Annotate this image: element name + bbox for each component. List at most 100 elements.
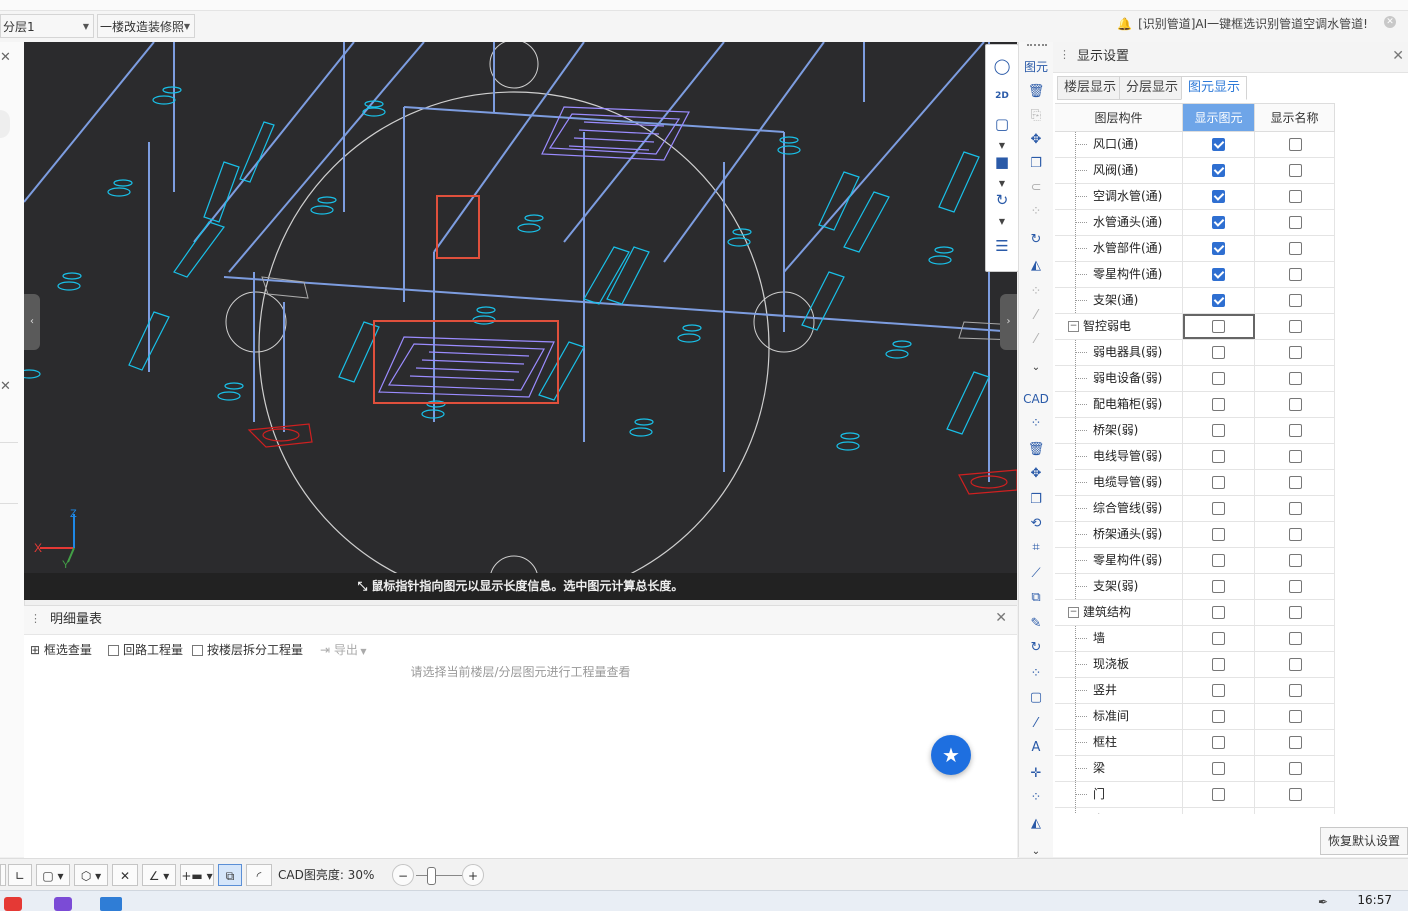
cad-group-icon[interactable]: ⁘	[1026, 664, 1046, 684]
cad-cross-icon[interactable]: ✛	[1026, 764, 1046, 784]
show-element-checkbox[interactable]	[1212, 138, 1225, 151]
show-name-checkbox[interactable]	[1289, 216, 1302, 229]
arc-icon[interactable]: ◜	[246, 864, 272, 886]
show-element-checkbox[interactable]	[1212, 398, 1225, 411]
show-name-checkbox[interactable]	[1289, 476, 1302, 489]
cad-copy-icon[interactable]: ❐	[1026, 490, 1046, 510]
show-element-checkbox[interactable]	[1212, 580, 1225, 593]
chevron-down-icon[interactable]: ▼	[991, 211, 1013, 233]
show-name-checkbox[interactable]	[1289, 580, 1302, 593]
show-name-checkbox[interactable]	[1289, 762, 1302, 775]
cad-text-icon[interactable]: A	[1026, 738, 1046, 758]
cad-extend-icon[interactable]: ⁄	[1026, 714, 1046, 734]
cad-line-icon[interactable]: ⟋	[1026, 564, 1046, 584]
drawing-select[interactable]: 一楼改造装修照 ▼	[97, 14, 195, 38]
show-element-checkbox[interactable]	[1212, 164, 1225, 177]
show-element-checkbox[interactable]	[1212, 346, 1225, 359]
show-element-checkbox[interactable]	[1212, 736, 1225, 749]
show-name-checkbox[interactable]	[1289, 372, 1302, 385]
show-element-checkbox[interactable]	[1212, 658, 1225, 671]
show-name-checkbox[interactable]	[1289, 424, 1302, 437]
group-icon[interactable]: ⁘	[1026, 282, 1046, 302]
cube-solid-icon[interactable]: ■	[991, 151, 1013, 173]
mirror-icon[interactable]: ◭	[1026, 256, 1046, 276]
status-tool-edge[interactable]	[0, 864, 6, 886]
close-icon[interactable]: ✕	[0, 379, 14, 394]
show-element-checkbox[interactable]	[1212, 372, 1225, 385]
delete-icon[interactable]: 🗑	[1026, 82, 1046, 102]
offset-icon[interactable]: ⊂	[1026, 178, 1046, 198]
show-element-checkbox[interactable]	[1212, 242, 1225, 255]
pin-icon[interactable]: ⋮	[1059, 48, 1070, 61]
left-panel-tab[interactable]	[0, 110, 10, 138]
show-element-checkbox[interactable]	[1212, 424, 1225, 437]
show-element-checkbox[interactable]	[1212, 788, 1225, 801]
select-query-button[interactable]: ⊞ 框选查量	[30, 640, 92, 660]
extend-icon[interactable]: ⁄	[1026, 306, 1046, 326]
show-element-checkbox[interactable]	[1212, 190, 1225, 203]
show-name-checkbox[interactable]	[1289, 294, 1302, 307]
close-icon[interactable]: ✕	[1384, 16, 1396, 28]
show-element-checkbox[interactable]	[1212, 710, 1225, 723]
collapse-toggle-icon[interactable]: −	[1068, 321, 1079, 332]
tab-layer-display[interactable]: 分层显示	[1119, 76, 1186, 100]
select-mode-icon[interactable]: ▢ ▾	[36, 864, 70, 886]
rotate-icon[interactable]: ↻	[991, 189, 1013, 211]
show-name-checkbox[interactable]	[1289, 554, 1302, 567]
trim-icon[interactable]: ⁄	[1026, 330, 1046, 350]
show-element-checkbox[interactable]	[1212, 762, 1225, 775]
drag-handle[interactable]	[1027, 44, 1047, 46]
cad-mirror-icon[interactable]: ◭	[1026, 814, 1046, 834]
cube-outline-icon[interactable]: ▢	[991, 113, 1013, 135]
3d-box-icon[interactable]: ⬡ ▾	[74, 864, 108, 886]
brightness-increase-button[interactable]: +	[462, 864, 484, 886]
app-purple-icon[interactable]	[54, 897, 72, 911]
show-element-checkbox[interactable]	[1212, 502, 1225, 515]
angle-icon[interactable]: ∠ ▾	[142, 864, 176, 886]
brightness-decrease-button[interactable]: −	[392, 864, 414, 886]
show-name-checkbox[interactable]	[1289, 190, 1302, 203]
collapse-toggle-icon[interactable]: −	[1068, 607, 1079, 618]
array-icon[interactable]: ⁘	[1026, 202, 1046, 222]
show-element-checkbox[interactable]	[1212, 268, 1225, 281]
cross-snap-icon[interactable]: ✕	[112, 864, 138, 886]
show-element-checkbox[interactable]	[1212, 684, 1225, 697]
show-element-checkbox[interactable]	[1212, 528, 1225, 541]
show-element-checkbox[interactable]	[1212, 632, 1225, 645]
cad-move-icon[interactable]: ✥	[1026, 464, 1046, 484]
close-icon[interactable]: ✕	[1392, 48, 1404, 64]
cad-rotate-icon[interactable]: ⟲	[1026, 514, 1046, 534]
app-blue-icon[interactable]	[100, 897, 122, 911]
brightness-slider-thumb[interactable]	[427, 867, 436, 885]
ortho-icon[interactable]: ∟	[8, 864, 32, 886]
show-name-checkbox[interactable]	[1289, 502, 1302, 515]
show-element-checkbox[interactable]	[1212, 216, 1225, 229]
rotate-icon[interactable]: ↻	[1026, 230, 1046, 250]
close-icon[interactable]: ✕	[0, 50, 14, 65]
show-name-checkbox[interactable]	[1289, 164, 1302, 177]
favorite-star-button[interactable]: ★	[931, 735, 971, 775]
cad-edit-icon[interactable]: ✎	[1026, 614, 1046, 634]
show-name-checkbox[interactable]	[1289, 528, 1302, 541]
cad-crop-icon[interactable]: ⌗	[1026, 538, 1046, 558]
2d-view-icon[interactable]: 2D	[991, 85, 1013, 107]
show-name-checkbox[interactable]	[1289, 398, 1302, 411]
cad-array-icon[interactable]: ⁘	[1026, 414, 1046, 434]
show-element-checkbox[interactable]	[1212, 450, 1225, 463]
show-name-checkbox[interactable]	[1289, 346, 1302, 359]
collapse-left-button[interactable]: ‹	[24, 294, 40, 350]
collapse-right-button[interactable]: ›	[1000, 294, 1017, 350]
export-button[interactable]: ⇥ 导出 ▼	[320, 640, 367, 660]
snap-toggle-icon[interactable]: ⧉	[218, 864, 242, 886]
show-name-checkbox[interactable]	[1289, 268, 1302, 281]
tab-floor-display[interactable]: 楼层显示	[1057, 76, 1124, 100]
show-name-checkbox[interactable]	[1289, 242, 1302, 255]
list-settings-icon[interactable]: ☰	[991, 235, 1013, 257]
show-name-checkbox[interactable]	[1289, 710, 1302, 723]
show-name-checkbox[interactable]	[1289, 788, 1302, 801]
cad-layer-icon[interactable]: ⧉	[1026, 588, 1046, 608]
layer-select[interactable]: 分层1 ▼	[0, 14, 94, 38]
show-element-checkbox[interactable]	[1212, 554, 1225, 567]
tab-element-display[interactable]: 图元显示	[1181, 76, 1248, 100]
loop-quantity-checkbox[interactable]: 回路工程量	[108, 640, 183, 660]
